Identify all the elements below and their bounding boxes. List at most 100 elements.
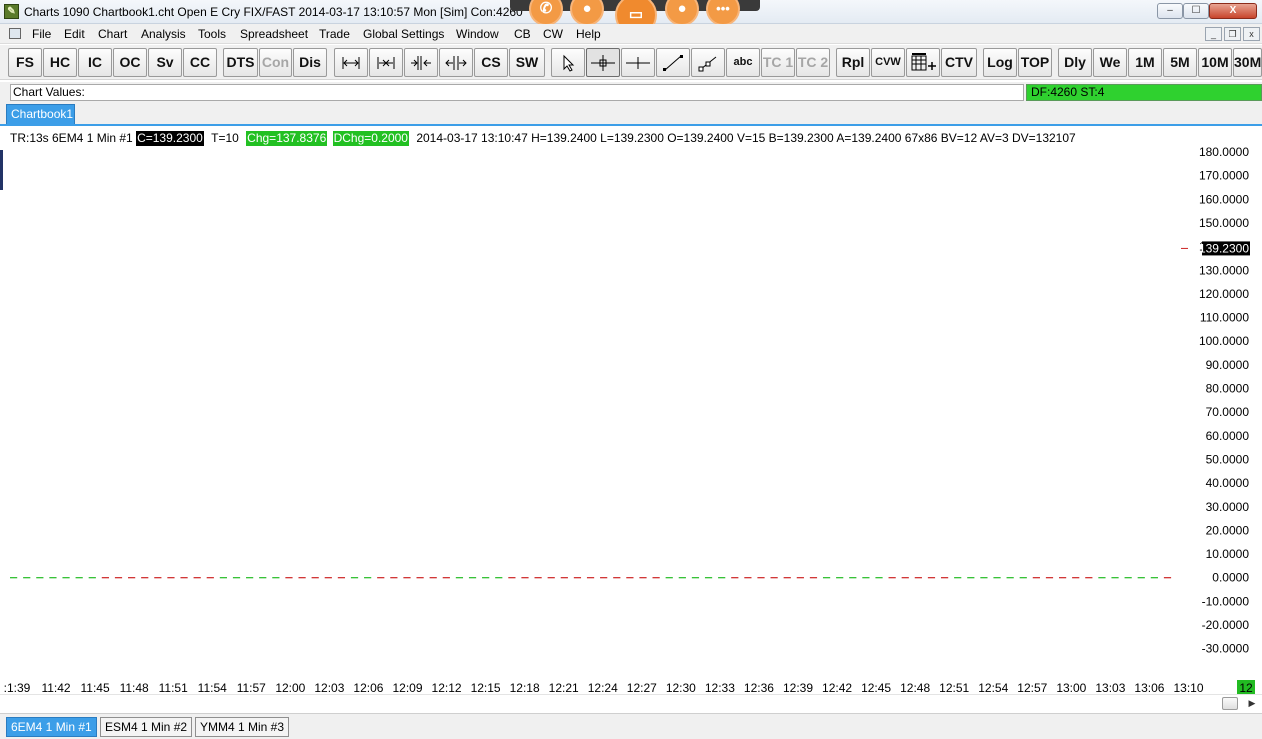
- menu-trade[interactable]: Trade: [319, 27, 350, 41]
- 30-minute-button[interactable]: 30M: [1233, 48, 1262, 77]
- menu-global-settings[interactable]: Global Settings: [363, 27, 444, 41]
- text-tool-button[interactable]: abc: [726, 48, 760, 77]
- tab-6em4[interactable]: 6EM4 1 Min #1: [6, 717, 97, 737]
- minimize-button[interactable]: ‒: [1157, 3, 1183, 19]
- y-tick-label: 160.0000: [1199, 192, 1249, 206]
- ctv-button[interactable]: CTV: [941, 48, 977, 77]
- y-tick-label: 150.0000: [1199, 216, 1249, 230]
- y-tick-label: 70.0000: [1206, 405, 1250, 419]
- menu-help[interactable]: Help: [576, 27, 601, 41]
- mdi-restore-button[interactable]: ❐: [1224, 27, 1241, 41]
- tick-count: T=10: [211, 131, 239, 145]
- x-tick-label: 12:24: [588, 681, 618, 695]
- x-tick-label: 12:27: [627, 681, 657, 695]
- menu-bar: File Edit Chart Analysis Tools Spreadshe…: [0, 24, 1262, 44]
- compress-horizontal-icon[interactable]: [369, 48, 403, 77]
- trendline-icon[interactable]: [656, 48, 690, 77]
- log-button[interactable]: Log: [983, 48, 1017, 77]
- ray-icon[interactable]: [691, 48, 725, 77]
- x-tick-label: :1:39: [4, 681, 31, 695]
- ic-button[interactable]: IC: [78, 48, 112, 77]
- document-icon[interactable]: [9, 28, 21, 39]
- x-tick-label: 12:33: [705, 681, 735, 695]
- menu-edit[interactable]: Edit: [64, 27, 85, 41]
- chart-header: TR:13s 6EM4 1 Min #1 C=139.2300 T=10 Chg…: [10, 131, 1076, 146]
- menu-analysis[interactable]: Analysis: [141, 27, 186, 41]
- chart-tabs: 6EM4 1 Min #1 ESM4 1 Min #2 YMM4 1 Min #…: [0, 713, 1262, 739]
- tab-ymm4[interactable]: YMM4 1 Min #3: [195, 717, 290, 737]
- grid-plus-icon[interactable]: [906, 48, 940, 77]
- menu-spreadsheet[interactable]: Spreadsheet: [240, 27, 308, 41]
- crosshair-thin-icon[interactable]: [621, 48, 655, 77]
- x-tick-label: 12:00: [275, 681, 305, 695]
- sv-button[interactable]: Sv: [148, 48, 182, 77]
- x-tick-label: 13:10: [1173, 681, 1203, 695]
- x-tick-label: 13:03: [1095, 681, 1125, 695]
- chart-app-icon[interactable]: ✎: [4, 4, 19, 19]
- window-title: Charts 1090 Chartbook1.cht Open E Cry FI…: [24, 5, 523, 19]
- weekly-button[interactable]: We: [1093, 48, 1127, 77]
- y-tick-label: 40.0000: [1206, 476, 1250, 490]
- y-tick-label: 10.0000: [1206, 547, 1250, 561]
- toolbar: FS HC IC OC Sv CC DTS Con Dis CS SW abc …: [0, 45, 1262, 80]
- close-button[interactable]: X: [1209, 3, 1257, 19]
- x-tick-label: 12:45: [861, 681, 891, 695]
- dis-button[interactable]: Dis: [293, 48, 327, 77]
- tab-chartbook1[interactable]: Chartbook1: [6, 104, 75, 124]
- cs-button[interactable]: CS: [474, 48, 508, 77]
- scroll-right-icon[interactable]: [439, 48, 473, 77]
- cc-button[interactable]: CC: [183, 48, 217, 77]
- rpl-button[interactable]: Rpl: [836, 48, 870, 77]
- menu-chart[interactable]: Chart: [98, 27, 127, 41]
- maximize-button[interactable]: ☐: [1183, 3, 1209, 19]
- 1-minute-button[interactable]: 1M: [1128, 48, 1162, 77]
- current-time-badge-label: 12: [1239, 681, 1253, 695]
- menu-cw[interactable]: CW: [543, 27, 563, 41]
- tab-esm4[interactable]: ESM4 1 Min #2: [100, 717, 193, 737]
- fs-button[interactable]: FS: [8, 48, 42, 77]
- 10-minute-button[interactable]: 10M: [1198, 48, 1232, 77]
- x-tick-label: 12:54: [978, 681, 1008, 695]
- top-button[interactable]: TOP: [1018, 48, 1052, 77]
- sw-button[interactable]: SW: [509, 48, 545, 77]
- dts-button[interactable]: DTS: [223, 48, 258, 77]
- tc2-button[interactable]: TC 2: [796, 48, 830, 77]
- expand-horizontal-icon[interactable]: [334, 48, 368, 77]
- tc1-button[interactable]: TC 1: [761, 48, 795, 77]
- y-tick-label: 180.0000: [1199, 145, 1249, 159]
- x-tick-label: 11:45: [81, 681, 110, 695]
- dchange-value: DChg=0.2000: [332, 131, 409, 146]
- x-tick-label: 12:51: [939, 681, 969, 695]
- price-chart[interactable]: 180.0000170.0000160.0000150.0000140.0000…: [0, 126, 1262, 716]
- y-tick-label: 100.0000: [1199, 334, 1249, 348]
- scroll-left-icon[interactable]: [404, 48, 438, 77]
- mdi-minimize-button[interactable]: _: [1205, 27, 1222, 41]
- x-tick-label: 12:18: [510, 681, 540, 695]
- menu-tools[interactable]: Tools: [198, 27, 226, 41]
- x-tick-label: 11:48: [120, 681, 149, 695]
- chart-values-strip: Chart Values: DF:4260 ST:4: [0, 82, 1262, 102]
- crosshair-icon[interactable]: [586, 48, 620, 77]
- scroll-thumb[interactable]: [1222, 697, 1238, 710]
- y-tick-label: 50.0000: [1206, 452, 1250, 466]
- daily-button[interactable]: Dly: [1058, 48, 1092, 77]
- x-tick-label: 12:42: [822, 681, 852, 695]
- menu-file[interactable]: File: [32, 27, 51, 41]
- con-button[interactable]: Con: [259, 48, 292, 77]
- oc-button[interactable]: OC: [113, 48, 147, 77]
- x-tick-label: 13:00: [1056, 681, 1086, 695]
- pointer-icon[interactable]: [551, 48, 585, 77]
- bar-details: 2014-03-17 13:10:47 H=139.2400 L=139.230…: [416, 131, 1076, 145]
- scroll-right-arrow-icon[interactable]: ▶: [1245, 697, 1259, 710]
- cvw-button[interactable]: CVW: [871, 48, 905, 77]
- y-tick-label: 30.0000: [1206, 500, 1250, 514]
- mdi-close-button[interactable]: x: [1243, 27, 1260, 41]
- chart-area[interactable]: 180.0000170.0000160.0000150.0000140.0000…: [0, 124, 1262, 714]
- menu-window[interactable]: Window: [456, 27, 499, 41]
- connection-status-badge: DF:4260 ST:4: [1026, 84, 1262, 101]
- 5-minute-button[interactable]: 5M: [1163, 48, 1197, 77]
- change-value: Chg=137.8376: [246, 131, 328, 146]
- hc-button[interactable]: HC: [43, 48, 77, 77]
- menu-cb[interactable]: CB: [514, 27, 531, 41]
- horizontal-scrollbar[interactable]: ▶: [0, 694, 1262, 712]
